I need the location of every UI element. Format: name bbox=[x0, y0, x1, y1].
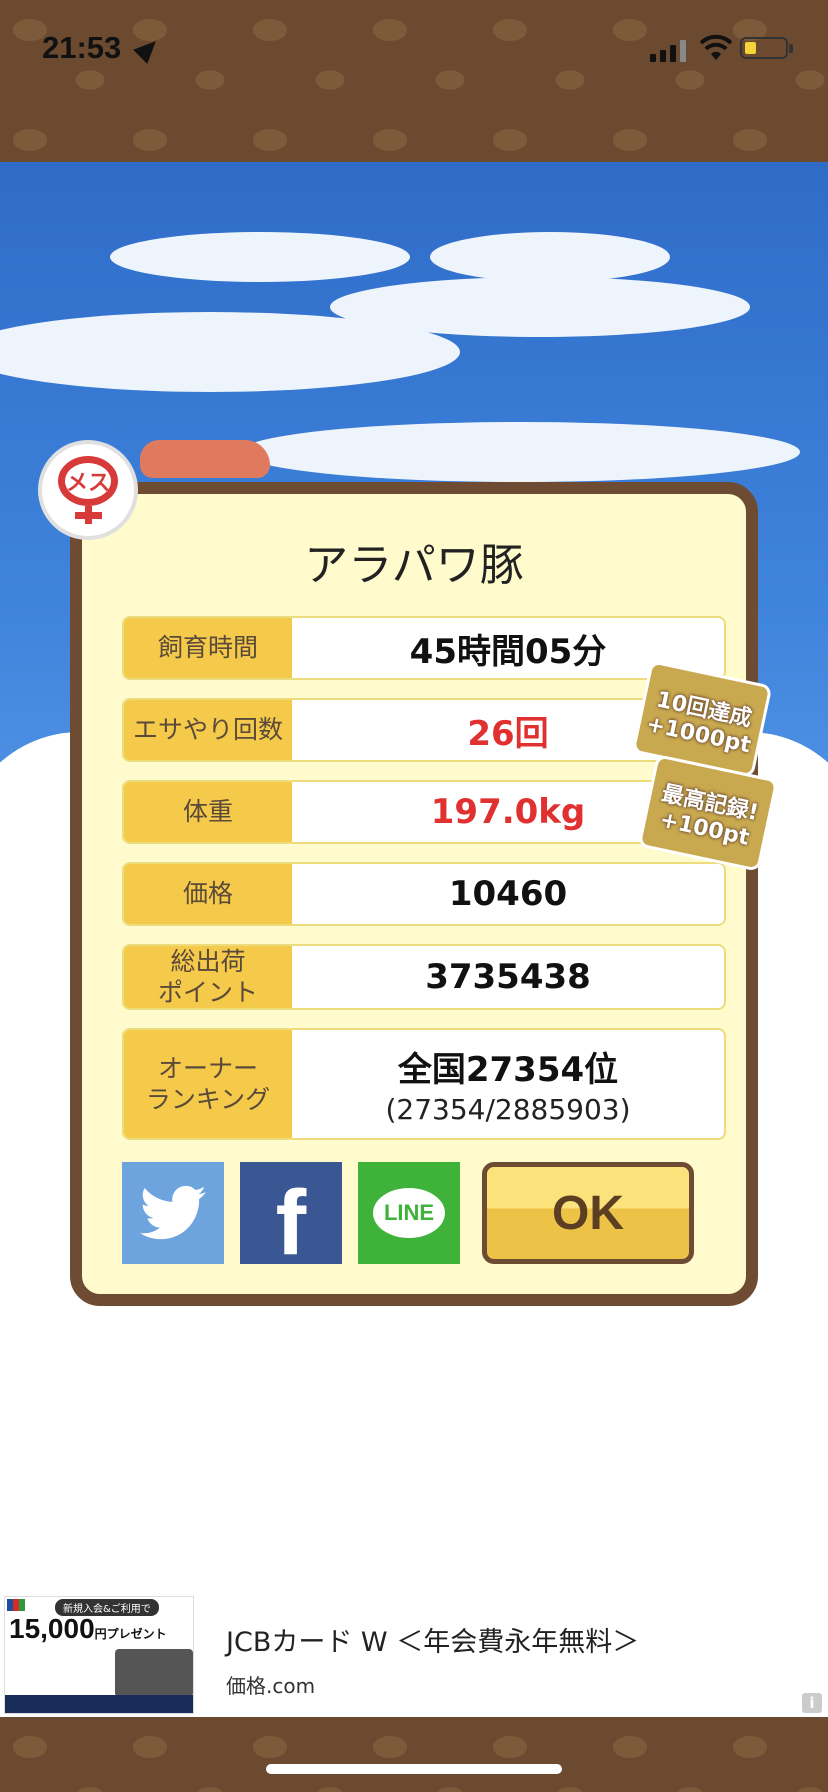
cellular-signal-icon bbox=[650, 38, 686, 62]
stat-row-weight: 体重 197.0kg bbox=[122, 780, 726, 844]
credit-card-image bbox=[115, 1649, 193, 1697]
stat-value: 3735438 bbox=[425, 957, 591, 997]
female-gender-icon: メス bbox=[42, 444, 134, 536]
ad-banner[interactable]: 新規入会&ご利用で 15,000円プレゼント JCBカード W ＜年会費永年無料… bbox=[0, 1592, 828, 1717]
ad-source: 価格.com bbox=[226, 1674, 316, 1698]
stat-row-price: 価格 10460 bbox=[122, 862, 726, 926]
stat-row-raising-time: 飼育時間 45時間05分 bbox=[122, 616, 726, 680]
clock: 21:53 bbox=[42, 30, 122, 65]
stat-label: 価格 bbox=[124, 864, 292, 924]
stat-label: 体重 bbox=[124, 782, 292, 842]
ok-button[interactable]: OK bbox=[482, 1162, 694, 1264]
ranking-value: 全国27354位 bbox=[397, 1050, 619, 1090]
stat-label: 総出荷 ポイント bbox=[124, 946, 292, 1008]
status-bar: 21:53 bbox=[0, 0, 828, 162]
stat-label: オーナー ランキング bbox=[124, 1030, 292, 1138]
line-share-button[interactable]: LINE bbox=[358, 1162, 460, 1264]
stat-label: エサやり回数 bbox=[124, 700, 292, 760]
jcb-logo-icon bbox=[7, 1599, 25, 1611]
ad-info-icon[interactable]: i bbox=[802, 1693, 822, 1713]
location-arrow-icon bbox=[133, 34, 163, 64]
stat-value: 10460 bbox=[448, 874, 568, 914]
ad-title[interactable]: JCBカード W ＜年会費永年無料＞ bbox=[226, 1620, 639, 1659]
home-indicator[interactable] bbox=[266, 1764, 562, 1774]
record-seal: 最高記録! +100pt bbox=[637, 754, 779, 872]
stat-row-total-points: 総出荷 ポイント 3735438 bbox=[122, 944, 726, 1010]
stat-row-owner-ranking: オーナー ランキング 全国27354位 (27354/2885903) bbox=[122, 1028, 726, 1140]
stat-value: 全国27354位 (27354/2885903) bbox=[292, 1030, 724, 1138]
wifi-icon bbox=[700, 34, 732, 60]
facebook-f-icon: f bbox=[275, 1172, 307, 1274]
ranking-detail: (27354/2885903) bbox=[385, 1093, 631, 1126]
ad-image[interactable]: 新規入会&ご利用で 15,000円プレゼント bbox=[4, 1596, 194, 1714]
bottom-background bbox=[0, 1717, 828, 1792]
twitter-bird-icon bbox=[140, 1185, 206, 1240]
blimp-sprite bbox=[140, 440, 270, 478]
twitter-share-button[interactable] bbox=[122, 1162, 224, 1264]
result-panel: アラパワ豚 飼育時間 45時間05分 エサやり回数 26回 体重 197.0kg… bbox=[70, 482, 779, 1306]
stat-label: 飼育時間 bbox=[124, 618, 292, 678]
line-logo-icon: LINE bbox=[373, 1188, 445, 1238]
facebook-share-button[interactable]: f bbox=[240, 1162, 342, 1269]
pig-name: アラパワ豚 bbox=[304, 540, 524, 591]
battery-icon bbox=[740, 37, 793, 59]
